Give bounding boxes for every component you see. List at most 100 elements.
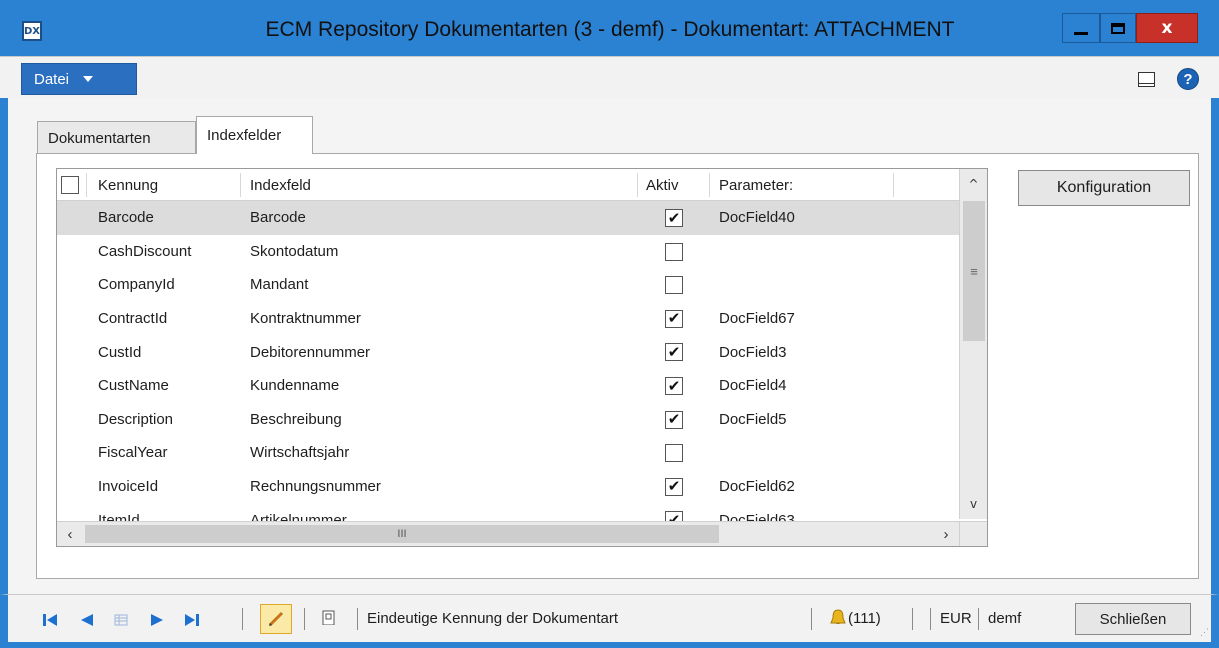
cell-parameter[interactable]: DocField5 [719,403,889,437]
last-record-icon[interactable] [184,612,200,628]
attachment-icon[interactable] [321,609,337,625]
layout-icon[interactable] [1138,72,1155,87]
cell-kennung[interactable]: CompanyId [98,268,238,302]
datei-menu-button[interactable]: Datei [21,63,137,95]
minimize-icon [1074,31,1088,35]
column-divider [86,173,87,197]
cell-indexfeld[interactable]: Kundenname [250,369,630,403]
aktiv-checkbox[interactable]: ✔ [665,209,683,227]
tab-dokumentarten[interactable]: Dokumentarten [37,121,196,154]
cell-indexfeld[interactable]: Skontodatum [250,235,630,269]
window-title: ECM Repository Dokumentarten (3 - demf) … [265,18,955,41]
column-header-kennung[interactable]: Kennung [98,169,238,201]
separator [242,608,243,630]
scrollbar-thumb[interactable]: ≡ [963,201,985,341]
currency[interactable]: EUR [940,595,972,641]
grid-view-icon[interactable] [113,612,129,628]
cell-parameter[interactable]: DocField40 [719,201,889,235]
bell-icon[interactable] [828,608,848,624]
select-all-checkbox[interactable] [61,176,79,194]
aktiv-checkbox[interactable] [665,242,683,261]
next-record-icon[interactable] [150,612,166,628]
cell-kennung[interactable]: CustName [98,369,238,403]
cell-indexfeld[interactable]: Mandant [250,268,630,302]
separator [304,608,305,630]
table-row[interactable]: Description Beschreibung ✔ DocField5 [57,403,959,437]
chevron-down-icon [83,76,94,82]
cell-parameter[interactable]: DocField3 [719,335,889,369]
cell-kennung[interactable]: ContractId [98,302,238,336]
aktiv-checkbox[interactable]: ✔ [665,410,683,429]
table-row[interactable]: CustName Kundenname ✔ DocField4 [57,369,959,403]
tab-panel: Kennung Indexfeld Aktiv Parameter: Barco… [36,153,1199,579]
previous-record-icon[interactable] [78,612,94,628]
scrollbar-thumb[interactable]: III [85,525,719,543]
cell-parameter[interactable] [719,268,889,302]
cell-indexfeld[interactable]: Kontraktnummer [250,302,630,336]
aktiv-checkbox[interactable]: ✔ [665,309,683,328]
app-icon[interactable]: DX [22,21,42,41]
cell-kennung[interactable]: InvoiceId [98,470,238,504]
resize-grip-icon[interactable]: ⋰ [1200,627,1209,638]
table-row[interactable]: Barcode Barcode ✔ DocField40 [57,201,959,235]
table-row[interactable]: ContractId Kontraktnummer ✔ DocField67 [57,302,959,336]
cell-indexfeld[interactable]: Barcode [250,201,630,235]
cell-parameter[interactable]: DocField67 [719,302,889,336]
column-divider [637,173,638,197]
scroll-left-icon[interactable]: ‹ [57,522,83,546]
cell-indexfeld[interactable]: Rechnungsnummer [250,470,630,504]
aktiv-checkbox[interactable] [665,276,683,295]
tab-label: Dokumentarten [48,129,151,147]
column-divider [709,173,710,197]
status-bar: Eindeutige Kennung der Dokumentart (111)… [0,594,1219,648]
cell-kennung[interactable]: CashDiscount [98,235,238,269]
help-text: Eindeutige Kennung der Dokumentart [367,609,619,627]
company[interactable]: demf [988,595,1021,641]
scroll-right-icon[interactable]: › [933,522,959,546]
aktiv-checkbox[interactable]: ✔ [665,377,683,395]
column-header-parameter[interactable]: Parameter: [719,169,889,201]
cell-parameter[interactable] [719,235,889,269]
edit-mode-button[interactable] [260,604,292,634]
tab-indexfelder[interactable]: Indexfelder [196,116,313,154]
close-window-button[interactable]: x [1136,13,1198,43]
cell-parameter[interactable]: DocField62 [719,470,889,504]
separator [978,608,979,630]
aktiv-checkbox[interactable] [665,444,683,463]
cell-indexfeld[interactable]: Debitorennummer [250,335,630,369]
maximize-button[interactable] [1100,13,1136,43]
minimize-button[interactable] [1062,13,1100,43]
table-row[interactable]: FiscalYear Wirtschaftsjahr [57,436,959,470]
cell-kennung[interactable]: CustId [98,335,238,369]
schliessen-button[interactable]: Schließen [1075,603,1191,635]
scroll-down-icon[interactable]: v [960,489,987,519]
alerts-count[interactable]: (111) [848,595,881,641]
vertical-scrollbar[interactable]: ^ ≡ v [959,169,987,519]
cell-indexfeld[interactable]: Wirtschaftsjahr [250,436,630,470]
table-row[interactable]: CompanyId Mandant [57,268,959,302]
cell-parameter[interactable]: DocField4 [719,369,889,403]
konfiguration-button[interactable]: Konfiguration [1018,170,1190,206]
horizontal-scrollbar[interactable]: ‹ III › [57,521,959,546]
scrollbar-corner [959,521,987,546]
cell-kennung[interactable]: Description [98,403,238,437]
cell-parameter[interactable] [719,436,889,470]
cell-kennung[interactable]: Barcode [98,201,238,235]
aktiv-checkbox[interactable]: ✔ [665,343,683,362]
column-divider [240,173,241,197]
separator [912,608,913,630]
table-row[interactable]: CustId Debitorennummer ✔ DocField3 [57,335,959,369]
table-row[interactable]: CashDiscount Skontodatum [57,235,959,269]
separator [930,608,931,630]
first-record-icon[interactable] [42,612,58,628]
scroll-up-icon[interactable]: ^ [960,169,987,199]
action-pane: Datei ? [0,56,1219,98]
column-header-aktiv[interactable]: Aktiv [646,169,706,201]
column-header-indexfeld[interactable]: Indexfeld [250,169,630,201]
cell-kennung[interactable]: FiscalYear [98,436,238,470]
cell-indexfeld[interactable]: Beschreibung [250,403,630,437]
aktiv-checkbox[interactable]: ✔ [665,477,683,496]
help-icon[interactable]: ? [1177,68,1199,90]
tab-label: Indexfelder [207,127,282,144]
table-row[interactable]: InvoiceId Rechnungsnummer ✔ DocField62 [57,470,959,504]
